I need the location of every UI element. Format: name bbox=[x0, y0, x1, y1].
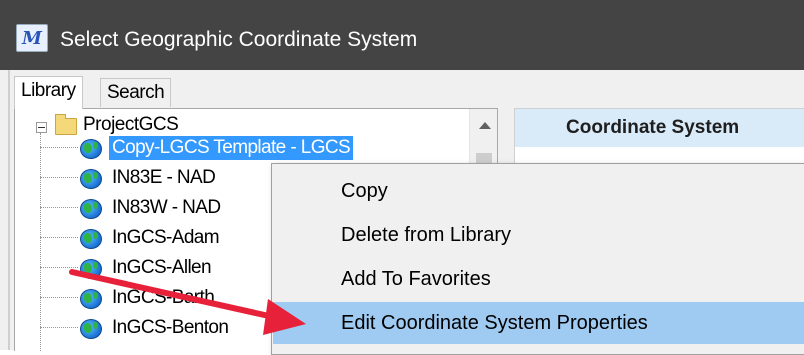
tree-branch-line bbox=[40, 177, 78, 178]
menu-item-label: Delete from Library bbox=[341, 224, 512, 246]
tree-item-label[interactable]: IN83E - NAD bbox=[109, 166, 218, 190]
tree-item-label[interactable]: InGCS-Barth bbox=[109, 286, 217, 310]
window-title: Select Geographic Coordinate System bbox=[60, 28, 418, 51]
globe-icon bbox=[80, 259, 102, 279]
menu-item-label: Edit Coordinate System Properties bbox=[341, 312, 648, 334]
context-menu: Copy Delete from Library Add To Favorite… bbox=[271, 163, 804, 355]
menu-item-delete-from-library[interactable]: Delete from Library bbox=[273, 214, 804, 256]
tree-item-label[interactable]: InGCS-Adam bbox=[109, 226, 222, 250]
menu-item-add-to-favorites[interactable]: Add To Favorites bbox=[273, 258, 804, 300]
tree-item-label[interactable]: InGCS-Allen bbox=[109, 256, 214, 280]
menu-item-label: Copy bbox=[341, 180, 388, 202]
details-header-label: Coordinate System bbox=[566, 117, 740, 138]
tree-item[interactable]: Copy-LGCS Template - LGCS bbox=[15, 133, 495, 163]
tree-branch-line bbox=[40, 147, 78, 148]
dialog-left-border bbox=[8, 70, 10, 350]
tree-item-label[interactable]: IN83W - NAD bbox=[109, 196, 223, 220]
tab-search[interactable]: Search bbox=[100, 78, 172, 107]
scroll-up-icon[interactable] bbox=[479, 122, 491, 129]
tree-branch-line bbox=[40, 267, 78, 268]
globe-icon bbox=[80, 229, 102, 249]
globe-icon bbox=[80, 199, 102, 219]
tree-branch-line bbox=[40, 327, 78, 328]
tree-branch-line bbox=[40, 237, 78, 238]
tree-branch-line bbox=[40, 207, 78, 208]
tab-library[interactable]: Library bbox=[14, 76, 83, 109]
details-header: Coordinate System bbox=[515, 109, 804, 147]
globe-icon bbox=[80, 289, 102, 309]
tree-item-label[interactable]: Copy-LGCS Template - LGCS bbox=[109, 136, 354, 160]
microstation-logo-icon: M bbox=[16, 24, 48, 52]
tree-item-label[interactable]: InGCS-Benton bbox=[109, 316, 231, 340]
globe-icon bbox=[80, 139, 102, 159]
collapse-toggle-icon[interactable] bbox=[36, 122, 47, 133]
menu-item-copy[interactable]: Copy bbox=[273, 170, 804, 212]
globe-icon bbox=[80, 169, 102, 189]
tree-branch-line bbox=[40, 297, 78, 298]
menu-item-edit-coordinate-system-properties[interactable]: Edit Coordinate System Properties bbox=[273, 302, 804, 344]
menu-item-label: Add To Favorites bbox=[341, 268, 491, 290]
title-bar: M Select Geographic Coordinate System bbox=[0, 0, 804, 70]
globe-icon bbox=[80, 319, 102, 339]
